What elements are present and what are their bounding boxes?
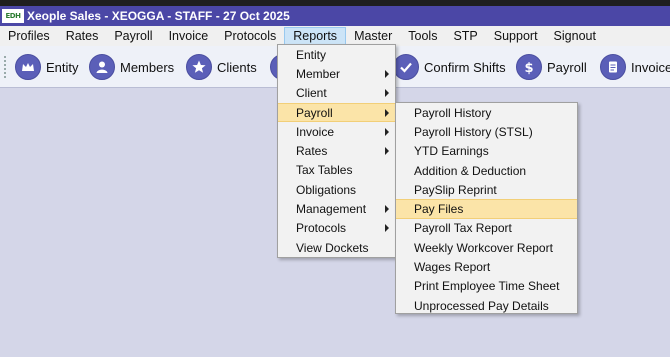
title-bar: EDH Xeople Sales - XEOGGA - STAFF - 27 O… xyxy=(0,6,670,26)
payroll-item-addition-deduction[interactable]: Addition & Deduction xyxy=(396,161,577,180)
confirm-shifts-label: Confirm Shifts xyxy=(424,59,506,75)
payroll-item-payslip-reprint[interactable]: PaySlip Reprint xyxy=(396,180,577,199)
document-icon xyxy=(600,54,626,80)
svg-text:$: $ xyxy=(524,61,533,75)
payroll-item-workcover-report[interactable]: Weekly Workcover Report xyxy=(396,238,577,257)
menu-profiles[interactable]: Profiles xyxy=(0,27,58,45)
window-title: Xeople Sales - XEOGGA - STAFF - 27 Oct 2… xyxy=(27,9,290,23)
app-logo: EDH xyxy=(2,9,24,23)
reports-item-label: View Dockets xyxy=(296,240,369,255)
menu-bar: Profiles Rates Payroll Invoice Protocols… xyxy=(0,26,670,46)
reports-item-member[interactable]: Member xyxy=(278,64,395,83)
dollar-icon: $ xyxy=(516,54,542,80)
reports-item-label: Client xyxy=(296,86,327,101)
payroll-item-history[interactable]: Payroll History xyxy=(396,103,577,122)
payroll-submenu: Payroll History Payroll History (STSL) Y… xyxy=(395,102,578,314)
toolbar-grip[interactable] xyxy=(4,56,7,78)
payroll-item-history-stsl[interactable]: Payroll History (STSL) xyxy=(396,122,577,141)
payroll-item-pay-files[interactable]: Pay Files xyxy=(396,199,577,219)
invoice-label: Invoice xyxy=(631,59,670,75)
submenu-arrow-icon xyxy=(385,147,389,156)
submenu-arrow-icon xyxy=(385,108,389,117)
reports-item-label: Payroll xyxy=(296,105,333,120)
menu-rates[interactable]: Rates xyxy=(58,27,107,45)
reports-item-label: Entity xyxy=(296,47,327,62)
entity-button[interactable]: Entity xyxy=(15,52,79,82)
crown-icon xyxy=(15,54,41,80)
invoice-button[interactable]: Invoice xyxy=(600,52,670,82)
reports-item-management[interactable]: Management xyxy=(278,199,395,218)
star-icon xyxy=(186,54,212,80)
reports-item-invoice[interactable]: Invoice xyxy=(278,122,395,141)
submenu-arrow-icon xyxy=(385,127,389,136)
reports-item-label: Protocols xyxy=(296,221,347,236)
reports-item-label: Obligations xyxy=(296,182,357,197)
menu-reports[interactable]: Reports xyxy=(284,27,347,45)
reports-item-obligations[interactable]: Obligations xyxy=(278,180,395,199)
checkmark-icon xyxy=(393,54,419,80)
clients-label: Clients xyxy=(217,59,257,75)
confirm-shifts-button[interactable]: Confirm Shifts xyxy=(393,52,506,82)
reports-item-label: Rates xyxy=(296,144,328,159)
reports-dropdown: Entity Member Client Payroll Invoice Rat… xyxy=(277,44,396,258)
submenu-arrow-icon xyxy=(385,205,389,214)
menu-payroll[interactable]: Payroll xyxy=(106,27,160,45)
menu-invoice[interactable]: Invoice xyxy=(161,27,217,45)
menu-support[interactable]: Support xyxy=(486,27,546,45)
reports-item-protocols[interactable]: Protocols xyxy=(278,219,395,238)
menu-tools[interactable]: Tools xyxy=(400,27,445,45)
payroll-item-wages-report[interactable]: Wages Report xyxy=(396,257,577,276)
menu-stp[interactable]: STP xyxy=(445,27,485,45)
reports-item-label: Tax Tables xyxy=(296,163,353,178)
reports-item-label: Invoice xyxy=(296,124,335,139)
reports-item-rates[interactable]: Rates xyxy=(278,141,395,160)
payroll-item-tax-report[interactable]: Payroll Tax Report xyxy=(396,219,577,238)
reports-item-label: Management xyxy=(296,202,367,217)
payroll-button[interactable]: $ Payroll xyxy=(516,52,587,82)
clients-button[interactable]: Clients xyxy=(186,52,257,82)
members-button[interactable]: Members xyxy=(89,52,174,82)
submenu-arrow-icon xyxy=(385,89,389,98)
entity-label: Entity xyxy=(46,59,79,75)
reports-item-payroll[interactable]: Payroll xyxy=(278,102,395,123)
user-icon xyxy=(89,54,115,80)
submenu-arrow-icon xyxy=(385,69,389,78)
menu-protocols[interactable]: Protocols xyxy=(216,27,284,45)
menu-signout[interactable]: Signout xyxy=(546,27,604,45)
payroll-item-unprocessed-pay[interactable]: Unprocessed Pay Details xyxy=(396,296,577,315)
reports-item-label: Member xyxy=(296,66,341,81)
payroll-item-ytd-earnings[interactable]: YTD Earnings xyxy=(396,142,577,161)
reports-item-view-dockets[interactable]: View Dockets xyxy=(278,238,395,257)
reports-item-tax-tables[interactable]: Tax Tables xyxy=(278,161,395,180)
payroll-item-employee-timesheet[interactable]: Print Employee Time Sheet xyxy=(396,277,577,296)
submenu-arrow-icon xyxy=(385,224,389,233)
payroll-label: Payroll xyxy=(547,59,587,75)
reports-item-client[interactable]: Client xyxy=(278,84,395,103)
menu-master[interactable]: Master xyxy=(346,27,400,45)
reports-item-entity[interactable]: Entity xyxy=(278,45,395,64)
members-label: Members xyxy=(120,59,175,75)
